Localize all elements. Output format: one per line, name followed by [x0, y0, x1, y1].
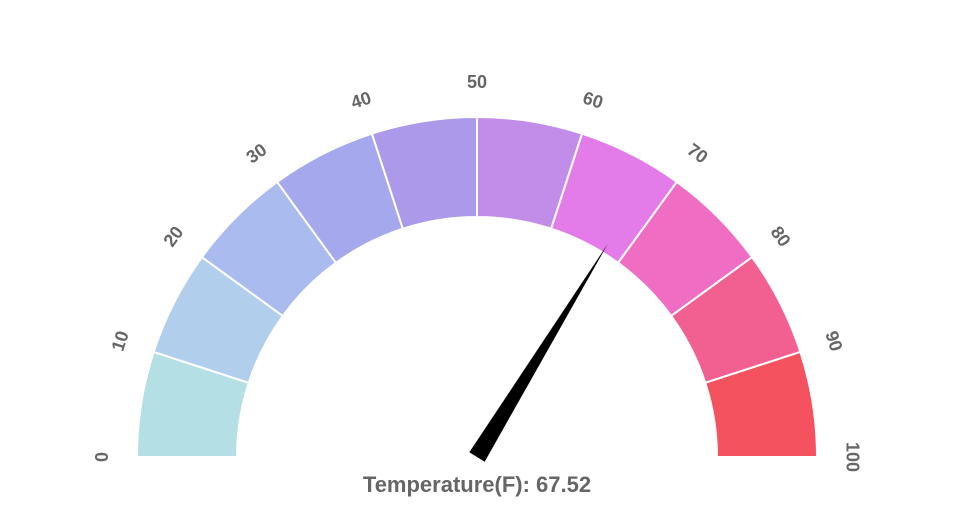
tick-label: 40 [348, 87, 373, 112]
temperature-gauge: 0 10 20 30 40 50 60 70 80 90 100 Temperature(F): 6… [27, 12, 927, 512]
tick-label: 10 [108, 328, 133, 353]
gauge-segments [137, 117, 817, 457]
tick-label: 20 [159, 222, 187, 250]
tick-label: 30 [242, 139, 270, 167]
gauge-svg: 0 10 20 30 40 50 60 70 80 90 100 Temperature(F): 6… [27, 12, 927, 512]
tick-label: 60 [580, 87, 605, 112]
tick-label: 50 [467, 71, 487, 91]
needle [469, 243, 607, 461]
tick-label: 70 [684, 139, 712, 167]
gauge-value-label: Temperature(F): 67.52 [363, 472, 591, 497]
tick-label: 100 [842, 441, 862, 471]
tick-label: 80 [767, 222, 795, 250]
tick-label: 90 [821, 328, 846, 353]
tick-label: 0 [92, 451, 112, 461]
gauge-needle [469, 243, 607, 461]
